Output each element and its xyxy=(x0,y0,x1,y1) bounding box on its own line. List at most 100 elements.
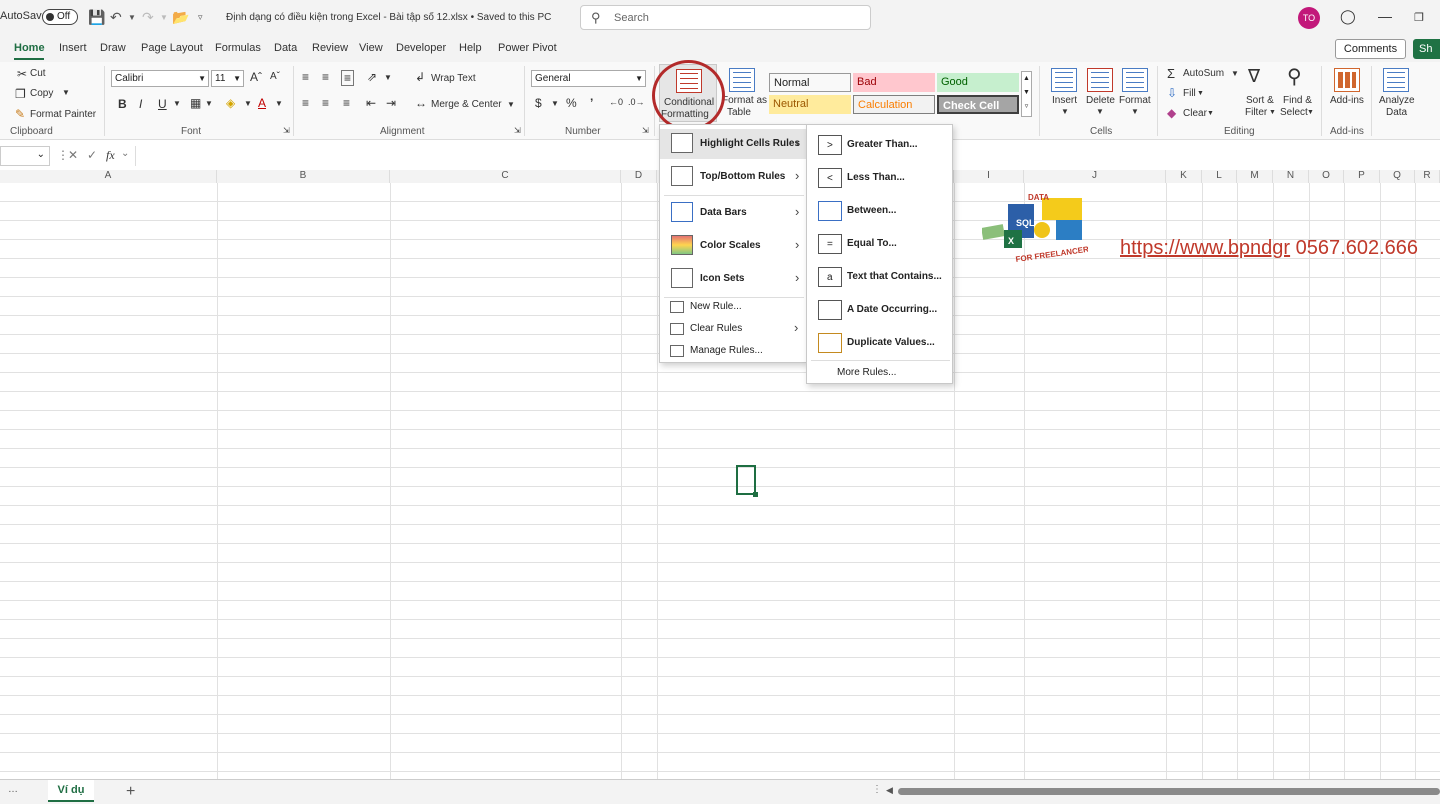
tab-formulas[interactable]: Formulas xyxy=(215,42,261,54)
column-header-d[interactable]: D xyxy=(621,170,657,183)
borders-icon[interactable]: ▦ xyxy=(190,96,201,110)
enter-icon[interactable]: ✓ xyxy=(87,148,97,162)
column-header-m[interactable]: M xyxy=(1237,170,1273,183)
analyze-data-label-1[interactable]: Analyze xyxy=(1379,95,1415,106)
menu-item-new-rule[interactable]: New Rule... xyxy=(660,300,806,316)
fill-handle[interactable] xyxy=(753,492,758,497)
chevron-down-icon[interactable]: ▼ xyxy=(1061,107,1069,116)
autosum-button[interactable]: AutoSum xyxy=(1183,68,1224,79)
comma-style-icon[interactable]: ’ xyxy=(590,96,593,110)
fill-dropdown-icon[interactable]: ▼ xyxy=(1197,90,1204,97)
align-left-icon[interactable]: ≡ xyxy=(302,96,309,110)
fill-color-dropdown-icon[interactable]: ▼ xyxy=(244,99,252,108)
copy-dropdown-icon[interactable]: ▼ xyxy=(62,88,70,97)
cut-button[interactable]: Cut xyxy=(30,68,46,79)
sort-filter-dropdown-icon[interactable]: ▼ xyxy=(1269,109,1276,116)
find-select-dropdown-icon[interactable]: ▼ xyxy=(1307,109,1314,116)
cell-style-calculation[interactable]: Calculation xyxy=(853,95,935,114)
format-painter-icon[interactable]: ✎ xyxy=(15,107,25,121)
column-header-q[interactable]: Q xyxy=(1380,170,1415,183)
customize-toolbar-icon[interactable]: ▿ xyxy=(198,12,203,23)
wrap-text-button[interactable]: Wrap Text xyxy=(431,73,476,84)
menu-item-color-scales[interactable]: Color Scales › xyxy=(660,231,806,261)
analyze-data-label-2[interactable]: Data xyxy=(1386,107,1407,118)
cut-icon[interactable]: ✂ xyxy=(17,67,27,81)
column-header-r[interactable]: R xyxy=(1415,170,1440,183)
submenu-item-date-occurring[interactable]: A Date Occurring... xyxy=(807,294,952,326)
copy-icon[interactable]: ❐ xyxy=(15,87,26,101)
sort-filter-label-1[interactable]: Sort & xyxy=(1246,95,1274,106)
column-header-o[interactable]: O xyxy=(1309,170,1344,183)
cell-style-check-cell[interactable]: Check Cell xyxy=(937,95,1019,114)
delete-cells-button[interactable]: Delete xyxy=(1086,95,1115,106)
function-dropdown-icon[interactable]: ⌄ xyxy=(121,148,129,159)
cell-style-normal[interactable]: Normal xyxy=(769,73,851,92)
cell-style-bad[interactable]: Bad xyxy=(853,73,935,92)
sheet-tab-vi-du[interactable]: Ví dụ xyxy=(48,780,94,802)
column-header-c[interactable]: C xyxy=(390,170,621,183)
cell-style-good[interactable]: Good xyxy=(937,73,1019,92)
font-color-dropdown-icon[interactable]: ▼ xyxy=(275,99,283,108)
open-folder-icon[interactable]: 📂 xyxy=(172,9,189,26)
horizontal-scrollbar[interactable] xyxy=(898,788,1440,795)
merge-center-icon[interactable]: ↔ xyxy=(415,96,427,110)
fill-button[interactable]: Fill xyxy=(1183,88,1196,99)
submenu-item-duplicate-values[interactable]: Duplicate Values... xyxy=(807,327,952,359)
share-button[interactable]: Sh xyxy=(1413,39,1440,59)
tab-draw[interactable]: Draw xyxy=(100,42,126,54)
orientation-icon[interactable]: ⇗ xyxy=(367,70,377,84)
redo-dropdown-icon[interactable]: ▼ xyxy=(160,13,168,22)
number-format-select[interactable]: General ▼ xyxy=(531,70,646,87)
clear-eraser-icon[interactable]: ◆ xyxy=(1167,106,1176,120)
menu-item-manage-rules[interactable]: Manage Rules... xyxy=(660,344,806,360)
underline-dropdown-icon[interactable]: ▼ xyxy=(173,99,181,108)
menu-item-highlight-cells-rules[interactable]: Highlight Cells Rules › xyxy=(660,129,806,159)
alignment-dialog-launcher-icon[interactable]: ⇲ xyxy=(514,126,521,135)
cancel-icon[interactable]: ✕ xyxy=(68,148,78,162)
increase-font-icon[interactable]: Aˆ xyxy=(250,70,262,84)
number-dialog-launcher-icon[interactable]: ⇲ xyxy=(642,126,649,135)
styles-gallery-scroll[interactable]: ▲ ▼ ▿ xyxy=(1021,71,1032,117)
autosum-dropdown-icon[interactable]: ▼ xyxy=(1231,69,1239,78)
chevron-down-icon[interactable]: ▼ xyxy=(1131,107,1139,116)
wrap-text-icon[interactable]: ↲ xyxy=(415,70,425,84)
tab-data[interactable]: Data xyxy=(274,42,297,54)
tab-developer[interactable]: Developer xyxy=(396,42,446,54)
add-sheet-icon[interactable]: + xyxy=(126,783,135,801)
merge-center-button[interactable]: Merge & Center xyxy=(431,99,502,110)
format-cells-button[interactable]: Format xyxy=(1119,95,1151,106)
percent-icon[interactable]: % xyxy=(566,96,577,110)
autosave-toggle[interactable]: Off xyxy=(42,9,78,25)
format-cells-icon[interactable] xyxy=(1122,68,1148,92)
tab-view[interactable]: View xyxy=(359,42,383,54)
cell-link-text[interactable]: https://www.bpndgr 0567.602.666 xyxy=(1120,237,1418,260)
tab-insert[interactable]: Insert xyxy=(59,42,87,54)
increase-decimal-icon[interactable]: ←0 xyxy=(609,97,623,107)
underline-button[interactable]: U xyxy=(158,97,167,111)
user-avatar[interactable]: TO xyxy=(1298,7,1320,29)
clear-dropdown-icon[interactable]: ▼ xyxy=(1207,110,1214,117)
bold-button[interactable]: B xyxy=(118,97,127,111)
comments-button[interactable]: Comments xyxy=(1335,39,1406,59)
format-painter-button[interactable]: Format Painter xyxy=(30,109,96,120)
menu-item-data-bars[interactable]: Data Bars › xyxy=(660,198,806,228)
scroll-left-icon[interactable]: ◀ xyxy=(886,785,893,796)
copy-button[interactable]: Copy xyxy=(30,88,53,99)
format-as-table-icon[interactable] xyxy=(729,68,755,92)
column-header-l[interactable]: L xyxy=(1202,170,1237,183)
clear-button[interactable]: Clear xyxy=(1183,108,1207,119)
font-size-select[interactable]: 11 ▼ xyxy=(211,70,244,87)
name-box[interactable]: ⌄ xyxy=(0,146,50,166)
align-top-icon[interactable]: ≡ xyxy=(302,70,309,84)
delete-cells-icon[interactable] xyxy=(1087,68,1113,92)
font-family-select[interactable]: Calibri ▼ xyxy=(111,70,209,87)
align-right-icon[interactable]: ≡ xyxy=(343,96,350,110)
restore-icon[interactable]: ❐ xyxy=(1414,11,1424,24)
increase-indent-icon[interactable]: ⇥ xyxy=(386,96,396,110)
lightbulb-icon[interactable]: ◯ xyxy=(1340,8,1356,25)
column-header-k[interactable]: K xyxy=(1166,170,1202,183)
column-header-j[interactable]: J xyxy=(1024,170,1166,183)
sort-filter-label-2[interactable]: Filter xyxy=(1245,107,1267,118)
autosum-icon[interactable]: Σ xyxy=(1167,66,1175,81)
decrease-decimal-icon[interactable]: .0→ xyxy=(628,97,645,107)
